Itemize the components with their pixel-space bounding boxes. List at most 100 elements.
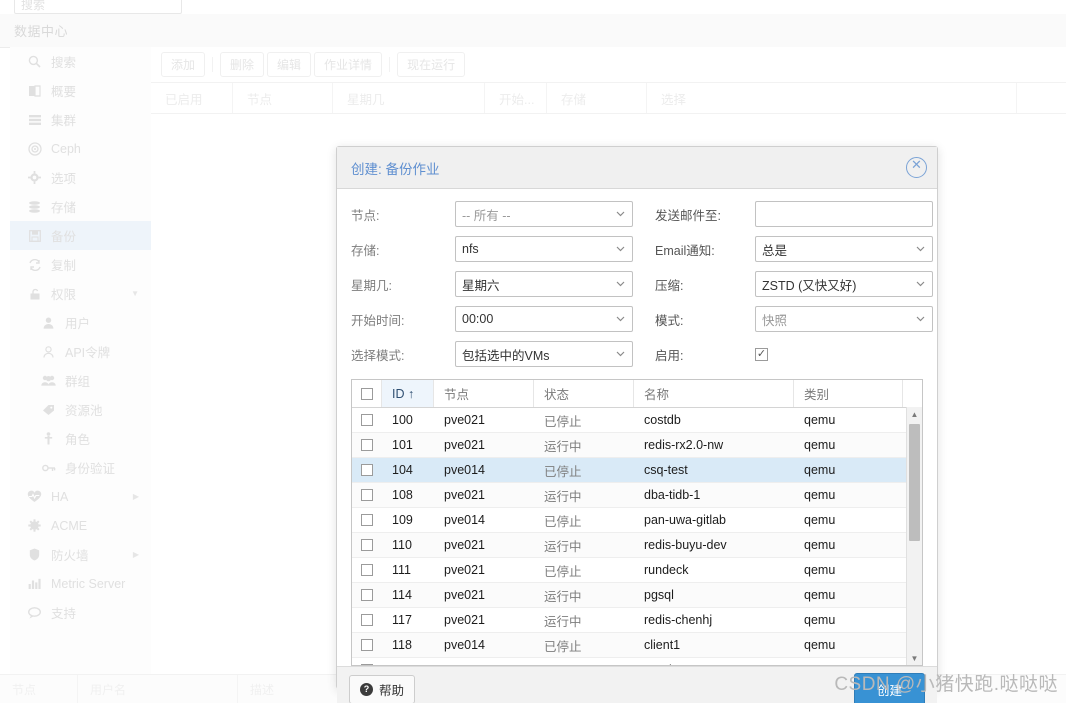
row-checkbox[interactable]	[361, 489, 373, 501]
row-checkbox[interactable]	[361, 589, 373, 601]
row-checkbox-cell[interactable]	[352, 589, 382, 601]
bg-column-header-4[interactable]: 存储	[547, 83, 647, 113]
toolbar-button-3[interactable]: 作业详情	[314, 52, 383, 77]
table-row[interactable]: 101 pve021 运行中 redis-rx2.0-nw qemu	[352, 433, 922, 458]
row-checkbox[interactable]	[361, 614, 373, 626]
storage-select-value: nfs	[462, 242, 479, 256]
row-checkbox[interactable]	[361, 664, 373, 665]
select-all-checkbox[interactable]	[360, 387, 373, 400]
toolbar-button-4[interactable]: 现在运行	[397, 52, 466, 77]
sidebar-item-8[interactable]: 权限 ▼	[10, 279, 151, 308]
table-row[interactable]: 111 pve021 已停止 rundeck qemu	[352, 558, 922, 583]
start-time-select[interactable]: 00:00	[455, 306, 633, 332]
row-checkbox-cell[interactable]	[352, 614, 382, 626]
bg-column-header-2[interactable]: 星期几	[333, 83, 485, 113]
table-row[interactable]: 117 pve021 运行中 redis-chenhj qemu	[352, 608, 922, 633]
sidebar-item-3[interactable]: Ceph	[10, 134, 151, 163]
column-header-1[interactable]: ID ↑	[382, 380, 434, 407]
cell-name: client1	[644, 638, 681, 652]
column-header-2[interactable]: 节点	[434, 380, 534, 407]
sidebar-item-19[interactable]: 支持	[10, 598, 151, 627]
bg-column-header-5[interactable]: 选择	[647, 83, 1017, 113]
node-label: 节点:	[351, 208, 380, 223]
row-checkbox-cell[interactable]	[352, 539, 382, 551]
sidebar-item-14[interactable]: 身份验证	[10, 453, 151, 482]
select-all-header[interactable]	[352, 380, 382, 407]
sidebar-item-6[interactable]: 备份	[10, 221, 151, 250]
bg-column-header-1[interactable]: 节点	[233, 83, 333, 113]
close-icon[interactable]: ✕	[906, 157, 927, 178]
row-checkbox[interactable]	[361, 564, 373, 576]
table-row[interactable]: 109 pve014 已停止 pan-uwa-gitlab qemu	[352, 508, 922, 533]
sidebar-item-label: Ceph	[51, 141, 81, 156]
node-select[interactable]: -- 所有 --	[455, 201, 633, 227]
sidebar-item-12[interactable]: 资源池	[10, 395, 151, 424]
cell-status: 已停止	[544, 414, 582, 429]
sidebar-item-16[interactable]: ACME	[10, 511, 151, 540]
toolbar-button-0[interactable]: 添加	[161, 52, 206, 77]
help-button[interactable]: ? 帮助	[349, 675, 416, 703]
row-checkbox[interactable]	[361, 539, 373, 551]
cell-type: qemu	[804, 613, 836, 627]
row-checkbox-cell[interactable]	[352, 489, 382, 501]
cell-name: redis-rx2.0-nw	[644, 438, 724, 452]
row-checkbox[interactable]	[361, 414, 373, 426]
scroll-up-icon[interactable]: ▲	[907, 407, 922, 421]
mode-select[interactable]: 快照	[755, 306, 933, 332]
sidebar-item-9[interactable]: 用户	[10, 308, 151, 337]
weekday-select[interactable]: 星期六	[455, 271, 633, 297]
toolbar-button-1[interactable]: 删除	[220, 52, 265, 77]
scroll-down-icon[interactable]: ▼	[907, 651, 922, 665]
vertical-scrollbar[interactable]: ▲ ▼	[906, 407, 922, 665]
scrollbar-thumb[interactable]	[909, 424, 920, 541]
storage-select[interactable]: nfs	[455, 236, 633, 262]
table-row[interactable]: 104 pve014 已停止 csq-test qemu	[352, 458, 922, 483]
row-checkbox[interactable]	[361, 464, 373, 476]
sidebar-item-2[interactable]: 集群	[10, 105, 151, 134]
column-header-3[interactable]: 状态	[534, 380, 634, 407]
sidebar-item-15[interactable]: HA ▶	[10, 482, 151, 511]
sidebar-item-7[interactable]: 复制	[10, 250, 151, 279]
row-checkbox[interactable]	[361, 639, 373, 651]
table-row[interactable]: 108 pve021 运行中 dba-tidb-1 qemu	[352, 483, 922, 508]
row-checkbox-cell[interactable]	[352, 439, 382, 451]
column-header-5[interactable]: 类别	[794, 380, 903, 407]
compression-select[interactable]: ZSTD (又快又好)	[755, 271, 933, 297]
table-row[interactable]: 110 pve021 运行中 redis-buyu-dev qemu	[352, 533, 922, 558]
cell-status: 运行中	[544, 539, 582, 554]
sidebar-item-5[interactable]: 存储	[10, 192, 151, 221]
bg-column-header-3[interactable]: 开始...	[485, 83, 547, 113]
sidebar-item-10[interactable]: API令牌	[10, 337, 151, 366]
sidebar-item-0[interactable]: 搜索	[10, 47, 151, 76]
sidebar-item-1[interactable]: 概要	[10, 76, 151, 105]
row-checkbox[interactable]	[361, 439, 373, 451]
column-header-4[interactable]: 名称	[634, 380, 794, 407]
row-checkbox-cell[interactable]	[352, 464, 382, 476]
table-row[interactable]: 114 pve021 运行中 pgsql qemu	[352, 583, 922, 608]
selection-mode-select[interactable]: 包括选中的VMs	[455, 341, 633, 367]
sidebar-item-18[interactable]: Metric Server	[10, 569, 151, 598]
node-select-value: -- 所有 --	[462, 208, 511, 223]
start-time-label: 开始时间:	[351, 313, 405, 328]
enable-checkbox[interactable]: ✓	[755, 347, 768, 361]
toolbar-button-2[interactable]: 编辑	[267, 52, 312, 77]
send-mail-input[interactable]	[755, 201, 933, 227]
row-checkbox[interactable]	[361, 514, 373, 526]
sidebar-item-11[interactable]: 群组	[10, 366, 151, 395]
row-checkbox-cell[interactable]	[352, 564, 382, 576]
sidebar-item-13[interactable]: 角色	[10, 424, 151, 453]
sidebar-item-17[interactable]: 防火墙 ▶	[10, 540, 151, 569]
table-row[interactable]: 124pve014已停止pan-k8s-master01qemu	[352, 658, 922, 665]
sidebar-item-4[interactable]: 选项	[10, 163, 151, 192]
create-button[interactable]: 创建	[853, 673, 925, 703]
email-notify-select[interactable]: 总是	[755, 236, 933, 262]
row-checkbox-cell[interactable]	[352, 664, 382, 665]
table-row[interactable]: 118 pve014 已停止 client1 qemu	[352, 633, 922, 658]
row-checkbox-cell[interactable]	[352, 414, 382, 426]
global-search-input[interactable]: 搜索	[14, 0, 182, 14]
row-checkbox-cell[interactable]	[352, 639, 382, 651]
table-row[interactable]: 100 pve021 已停止 costdb qemu	[352, 408, 922, 433]
chevron-down-icon	[615, 209, 626, 220]
bg-column-header-0[interactable]: 已启用	[151, 83, 233, 113]
row-checkbox-cell[interactable]	[352, 514, 382, 526]
